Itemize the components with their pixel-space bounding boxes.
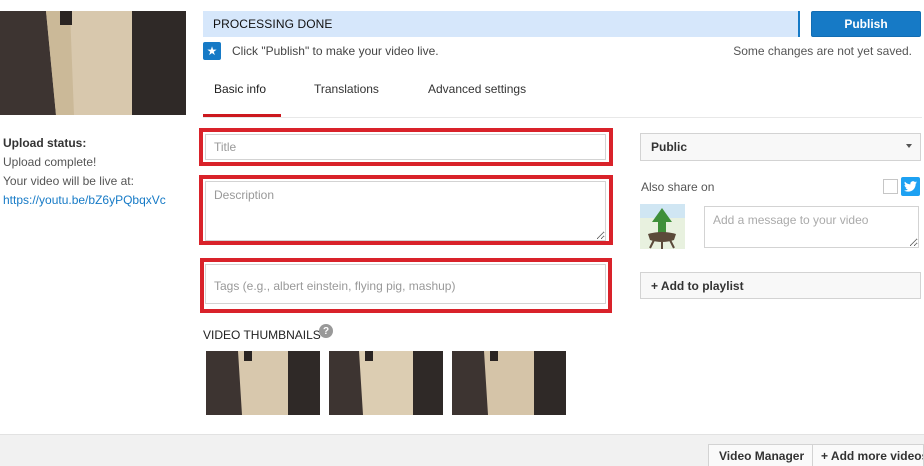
title-input[interactable] xyxy=(205,134,606,160)
add-to-playlist-button[interactable]: + Add to playlist xyxy=(640,272,921,299)
thumbnail-image xyxy=(329,351,443,415)
video-url-link[interactable]: https://youtu.be/bZ6yPQbqxVc xyxy=(3,193,166,207)
privacy-selected-value: Public xyxy=(651,140,688,154)
twitter-icon xyxy=(901,177,920,196)
help-icon[interactable]: ? xyxy=(319,324,333,338)
thumbnail-option-3[interactable] xyxy=(452,351,566,415)
thumbnail-option-2[interactable] xyxy=(329,351,443,415)
caret-down-icon xyxy=(906,144,912,148)
avatar-image xyxy=(640,204,685,249)
twitter-bird-glyph xyxy=(904,181,917,192)
privacy-select[interactable]: Public xyxy=(640,133,921,161)
video-preview[interactable] xyxy=(0,11,186,115)
tabs-divider xyxy=(203,117,922,118)
tab-translations[interactable]: Translations xyxy=(314,82,379,96)
description-textarea[interactable] xyxy=(205,181,606,241)
video-thumbnails-label: VIDEO THUMBNAILS xyxy=(203,328,321,342)
share-message-textarea[interactable] xyxy=(704,206,919,248)
publish-hint-text: Click "Publish" to make your video live. xyxy=(232,44,439,58)
processing-progress-bar: PROCESSING DONE xyxy=(203,11,800,37)
tab-basic-info[interactable]: Basic info xyxy=(214,82,266,96)
processing-status-text: PROCESSING DONE xyxy=(213,17,333,31)
upload-status-label: Upload status: xyxy=(3,136,87,150)
publish-button[interactable]: Publish xyxy=(811,11,921,37)
unsaved-changes-text: Some changes are not yet saved. xyxy=(733,44,912,58)
thumbnail-image xyxy=(452,351,566,415)
video-preview-frame xyxy=(0,11,186,115)
thumbnail-image xyxy=(206,351,320,415)
thumbnail-option-1[interactable] xyxy=(206,351,320,415)
upload-status-value: Upload complete! xyxy=(3,155,97,169)
channel-avatar xyxy=(640,204,685,249)
twitter-share-checkbox[interactable] xyxy=(883,179,898,194)
star-icon: ★ xyxy=(203,42,221,60)
also-share-label: Also share on xyxy=(641,180,715,194)
tab-advanced-settings[interactable]: Advanced settings xyxy=(428,82,526,96)
tags-input[interactable] xyxy=(205,264,606,304)
upload-status-panel: Upload status: Upload complete! Your vid… xyxy=(3,134,193,210)
video-live-label: Your video will be live at: xyxy=(3,174,134,188)
video-manager-button[interactable]: Video Manager xyxy=(708,444,816,466)
footer-bar: Video Manager + Add more videos xyxy=(0,434,924,466)
add-more-videos-button[interactable]: + Add more videos xyxy=(812,444,924,466)
